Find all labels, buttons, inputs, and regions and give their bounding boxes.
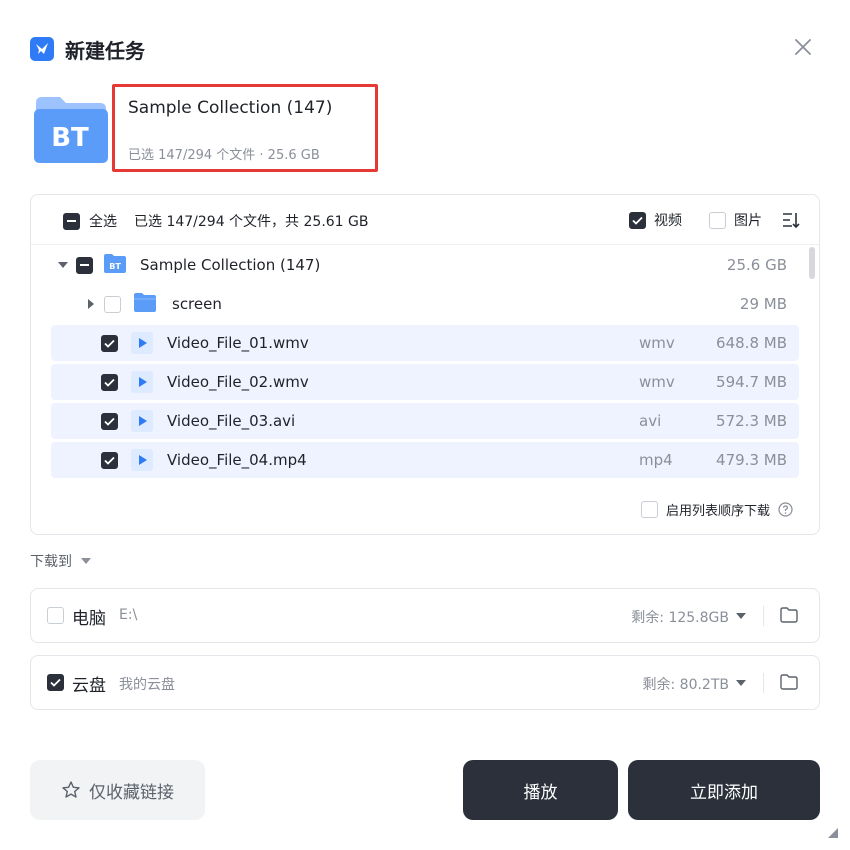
file-name: Video_File_04.mp4: [167, 451, 307, 469]
file-ext: wmv: [639, 334, 675, 352]
sort-icon[interactable]: [781, 210, 801, 230]
tree-folder-row[interactable]: screen 29 MB: [51, 286, 799, 322]
file-checkbox[interactable]: [101, 373, 118, 391]
star-icon: [62, 781, 80, 798]
torrent-summary: 已选 147/294 个文件 · 25.6 GB: [128, 148, 320, 163]
add-now-button[interactable]: 立即添加: [628, 760, 820, 820]
folder-open-icon[interactable]: [779, 605, 799, 625]
destination-cloud-label: 云盘: [72, 676, 106, 696]
file-list-panel: 全选 已选 147/294 个文件，共 25.61 GB 视频 图片 BT Sa…: [30, 194, 820, 535]
divider: [763, 673, 764, 693]
bt-folder-icon: BT: [32, 95, 108, 165]
filter-video-label: 视频: [654, 213, 682, 229]
filter-image-checkbox[interactable]: 图片: [701, 210, 762, 230]
file-name: Video_File_02.wmv: [167, 373, 309, 391]
destination-cloud-free: 剩余: 80.2TB: [642, 677, 730, 693]
file-checkbox[interactable]: [101, 451, 118, 469]
select-all-box[interactable]: [63, 212, 80, 230]
close-icon[interactable]: [792, 36, 814, 58]
filter-image-box[interactable]: [709, 211, 726, 229]
file-size: 594.7 MB: [716, 373, 787, 391]
file-size: 648.8 MB: [716, 334, 787, 352]
caret-down-icon: [81, 558, 91, 564]
file-name: Video_File_03.avi: [167, 412, 296, 430]
play-button[interactable]: 播放: [463, 760, 618, 820]
file-name: Video_File_01.wmv: [167, 334, 309, 352]
caret-down-icon[interactable]: [57, 259, 69, 271]
folder-size: 29 MB: [739, 295, 787, 313]
chevron-down-icon[interactable]: [735, 678, 747, 688]
folder-name: screen: [172, 295, 222, 313]
download-to-label: 下载到: [30, 554, 72, 570]
destination-cloud-checkbox[interactable]: [47, 674, 64, 691]
destination-cloud[interactable]: 云盘 我的云盘 剩余: 80.2TB: [30, 655, 820, 710]
file-row[interactable]: Video_File_04.mp4 mp4 479.3 MB: [51, 442, 799, 478]
resize-grip-icon[interactable]: [828, 828, 838, 838]
file-list-toolbar: 全选 已选 147/294 个文件，共 25.61 GB 视频 图片: [31, 195, 819, 245]
file-ext: mp4: [639, 451, 673, 469]
sequential-download-checkbox[interactable]: 启用列表顺序下载: [633, 500, 793, 519]
destination-cloud-path: 我的云盘: [119, 677, 175, 693]
video-file-icon: [130, 370, 154, 394]
folder-icon: [133, 292, 157, 316]
divider: [763, 606, 764, 626]
select-all-checkbox[interactable]: 全选: [54, 211, 117, 231]
chevron-down-icon[interactable]: [735, 611, 747, 621]
filter-video-checkbox[interactable]: 视频: [621, 210, 682, 230]
file-checkbox[interactable]: [101, 412, 118, 430]
root-name: Sample Collection (147): [140, 256, 321, 274]
video-file-icon: [130, 331, 154, 355]
folder-open-icon[interactable]: [779, 672, 799, 692]
video-file-icon: [130, 409, 154, 433]
selected-stats: 已选 147/294 个文件，共 25.61 GB: [134, 214, 369, 230]
root-badge: BT: [109, 262, 121, 271]
filter-image-label: 图片: [734, 213, 762, 229]
destination-pc[interactable]: 电脑 E:\ 剩余: 125.8GB: [30, 588, 820, 643]
file-row[interactable]: Video_File_03.avi avi 572.3 MB: [51, 403, 799, 439]
destination-pc-label: 电脑: [72, 609, 106, 629]
sequential-download-label: 启用列表顺序下载: [665, 504, 770, 519]
destination-pc-free: 剩余: 125.8GB: [631, 610, 729, 626]
caret-right-icon[interactable]: [85, 298, 97, 310]
dialog-header: 新建任务: [30, 34, 145, 64]
file-size: 572.3 MB: [716, 412, 787, 430]
destination-pc-checkbox[interactable]: [47, 607, 64, 624]
app-logo-icon: [30, 37, 54, 61]
root-size: 25.6 GB: [726, 256, 787, 274]
video-file-icon: [130, 448, 154, 472]
bookmark-link-label: 仅收藏链接: [89, 782, 174, 802]
destination-pc-path: E:\: [119, 607, 138, 623]
folder-checkbox[interactable]: [104, 295, 121, 313]
select-all-label: 全选: [89, 214, 117, 230]
file-list-scrollbar[interactable]: [809, 247, 815, 279]
dialog-title: 新建任务: [65, 38, 145, 63]
help-icon[interactable]: [778, 502, 793, 517]
download-to-toggle[interactable]: 下载到: [30, 551, 92, 571]
file-checkbox[interactable]: [101, 334, 118, 352]
torrent-name: Sample Collection (147): [128, 98, 333, 118]
file-size: 479.3 MB: [716, 451, 787, 469]
bt-folder-small-icon: BT: [103, 252, 127, 278]
bt-icon-label: BT: [51, 123, 89, 153]
bookmark-link-button[interactable]: 仅收藏链接: [30, 760, 205, 820]
file-row[interactable]: Video_File_02.wmv wmv 594.7 MB: [51, 364, 799, 400]
tree-root-row[interactable]: BT Sample Collection (147) 25.6 GB: [51, 247, 799, 283]
sequential-download-box[interactable]: [640, 501, 658, 518]
file-ext: wmv: [639, 373, 675, 391]
file-tree: BT Sample Collection (147) 25.6 GB scree…: [31, 245, 819, 483]
file-ext: avi: [639, 412, 662, 430]
root-checkbox[interactable]: [76, 256, 93, 274]
filter-video-box[interactable]: [629, 211, 646, 229]
file-row[interactable]: Video_File_01.wmv wmv 648.8 MB: [51, 325, 799, 361]
